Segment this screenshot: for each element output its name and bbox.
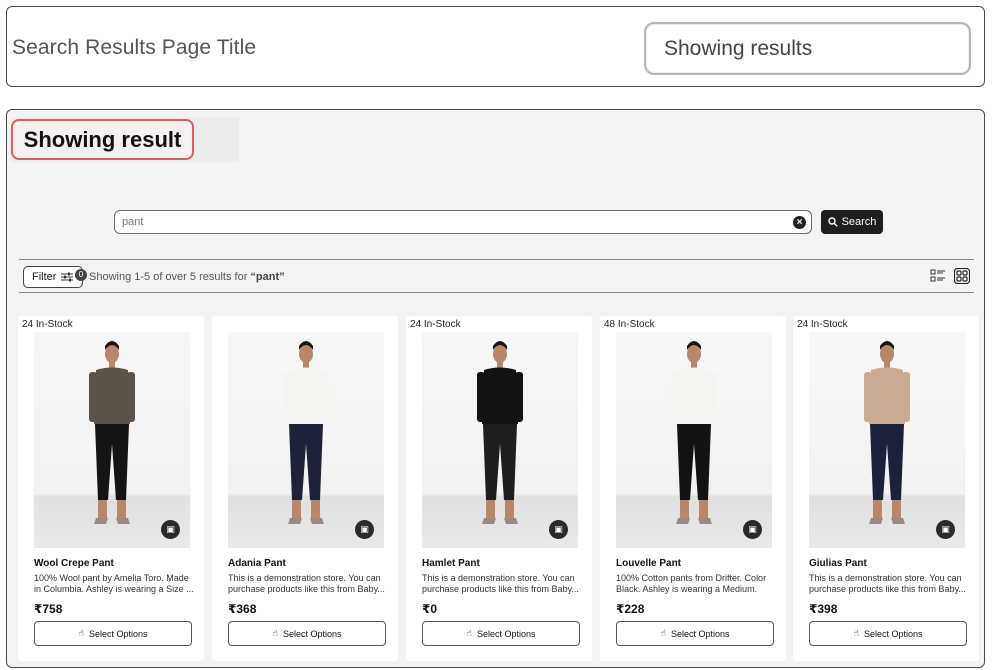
product-image[interactable]: ▣ — [34, 332, 190, 548]
hand-pointer-icon: ☝ — [660, 628, 666, 638]
hand-pointer-icon: ☝ — [466, 628, 472, 638]
product-image[interactable]: ▣ — [809, 332, 965, 548]
grid-view-icon[interactable] — [954, 268, 970, 284]
product-image[interactable]: ▣ — [616, 332, 772, 548]
hand-pointer-icon: ☝ — [272, 628, 278, 638]
stock-label: 24 In-Stock — [410, 319, 461, 330]
product-price: ₹758 — [34, 602, 63, 616]
search-icon — [827, 217, 838, 227]
add-to-cart-icon[interactable]: ▣ — [161, 520, 180, 539]
select-options-label: Select Options — [476, 628, 536, 639]
search-results-panel: Showing result pant × Search Filter 0 Sh… — [6, 109, 985, 668]
hand-pointer-icon: ☝ — [853, 628, 859, 638]
select-options-label: Select Options — [670, 628, 730, 639]
add-to-cart-icon[interactable]: ▣ — [549, 520, 568, 539]
model-figure — [864, 341, 910, 524]
product-card[interactable]: 24 In-Stock ▣ Giulias Pant This is a dem… — [793, 316, 979, 661]
product-image[interactable]: ▣ — [422, 332, 578, 548]
search-button[interactable]: Search — [821, 210, 883, 234]
product-name[interactable]: Hamlet Pant — [422, 558, 480, 569]
product-price: ₹368 — [228, 602, 257, 616]
product-description: This is a demonstration store. You can p… — [422, 573, 579, 594]
add-to-cart-icon[interactable]: ▣ — [743, 520, 762, 539]
filter-count-badge: 0 — [75, 269, 87, 281]
product-grid: 24 In-Stock ▣ Wool Crepe Pant 100% Wool … — [18, 316, 981, 666]
product-card[interactable]: 24 In-Stock ▣ Hamlet Pant This is a demo… — [406, 316, 592, 661]
select-options-label: Select Options — [282, 628, 342, 639]
select-options-button[interactable]: ☝ Select Options — [228, 621, 386, 646]
search-button-label: Search — [841, 216, 877, 228]
results-heading: Showing result — [11, 119, 194, 160]
stock-label: 48 In-Stock — [604, 319, 655, 330]
select-options-button[interactable]: ☝ Select Options — [616, 621, 774, 646]
product-image[interactable]: ▣ — [228, 332, 384, 548]
search-input[interactable]: pant × — [114, 210, 812, 234]
search-input-value: pant — [122, 216, 144, 228]
select-options-button[interactable]: ☝ Select Options — [34, 621, 192, 646]
model-figure — [89, 341, 135, 524]
product-price: ₹0 — [422, 602, 438, 616]
model-figure — [671, 341, 717, 524]
product-description: This is a demonstration store. You can p… — [809, 573, 966, 594]
product-description: 100% Wool pant by Amelia Toro. Made in C… — [34, 573, 194, 594]
view-toggle — [930, 268, 970, 284]
product-price: ₹398 — [809, 602, 838, 616]
select-options-label: Select Options — [863, 628, 923, 639]
page-title: Search Results Page Title — [12, 36, 257, 59]
top-panel: Search Results Page Title Showing result… — [6, 6, 985, 87]
product-price: ₹228 — [616, 602, 645, 616]
product-description: This is a demonstration store. You can p… — [228, 573, 385, 594]
product-card[interactable]: ▣ Adania Pant This is a demonstration st… — [212, 316, 398, 661]
hand-pointer-icon: ☝ — [78, 628, 84, 638]
select-options-label: Select Options — [88, 628, 148, 639]
result-summary: Showing 1-5 of over 5 results for “pant” — [89, 271, 285, 283]
model-figure — [477, 341, 523, 524]
result-summary-prefix: Showing 1-5 of over 5 results for — [89, 271, 248, 283]
result-summary-query: “pant” — [250, 271, 285, 283]
product-name[interactable]: Adania Pant — [228, 558, 286, 569]
list-view-icon[interactable] — [930, 268, 946, 284]
product-name[interactable]: Giulias Pant — [809, 558, 867, 569]
results-toolbar: Filter 0 Showing 1-5 of over 5 results f… — [19, 259, 974, 293]
clear-icon[interactable]: × — [793, 216, 806, 229]
filter-button[interactable]: Filter 0 — [23, 266, 87, 288]
stock-label: 24 In-Stock — [797, 319, 848, 330]
product-name[interactable]: Wool Crepe Pant — [34, 558, 114, 569]
product-card[interactable]: 48 In-Stock ▣ Louvelle Pant 100% Cotton … — [600, 316, 786, 661]
select-options-button[interactable]: ☝ Select Options — [809, 621, 967, 646]
add-to-cart-icon[interactable]: ▣ — [355, 520, 374, 539]
model-figure — [283, 341, 329, 524]
product-name[interactable]: Louvelle Pant — [616, 558, 681, 569]
product-description: 100% Cotton pants from Drifter. Color Bl… — [616, 573, 767, 594]
results-chip: Showing results — [644, 22, 971, 75]
filter-label: Filter — [32, 271, 57, 283]
product-card[interactable]: 24 In-Stock ▣ Wool Crepe Pant 100% Wool … — [18, 316, 204, 661]
sliders-icon — [61, 272, 74, 282]
search-bar: pant × Search — [114, 210, 884, 235]
stock-label: 24 In-Stock — [22, 319, 73, 330]
add-to-cart-icon[interactable]: ▣ — [936, 520, 955, 539]
select-options-button[interactable]: ☝ Select Options — [422, 621, 580, 646]
